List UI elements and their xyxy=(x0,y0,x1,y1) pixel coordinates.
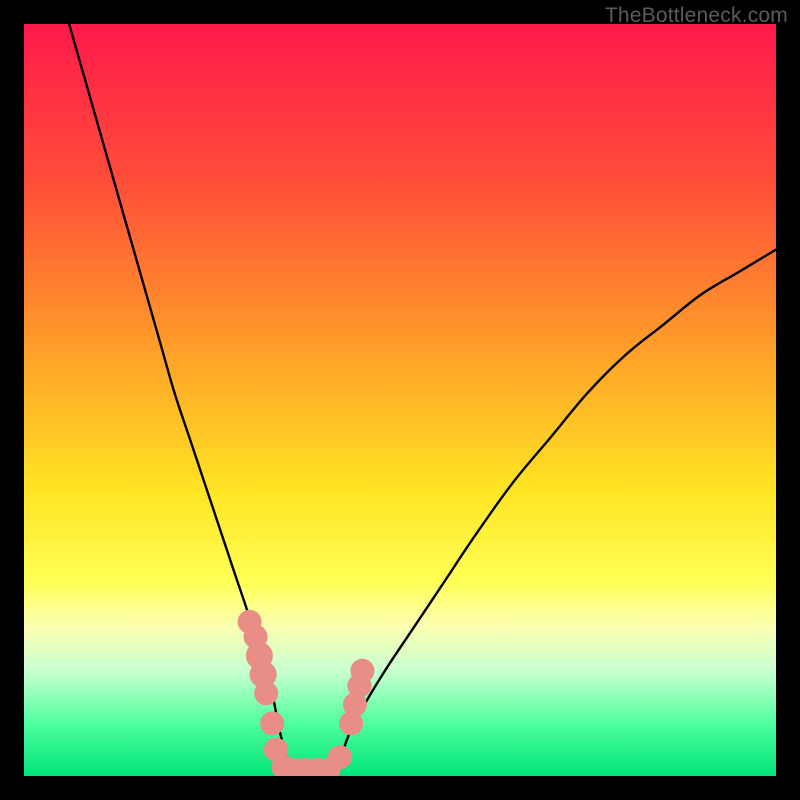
marker-dot xyxy=(350,659,374,683)
chart-frame xyxy=(24,24,776,776)
chart-svg xyxy=(24,24,776,776)
gradient-background xyxy=(24,24,776,776)
marker-dot xyxy=(254,681,278,705)
marker-dot xyxy=(328,745,352,769)
watermark-text: TheBottleneck.com xyxy=(605,4,788,28)
marker-dot xyxy=(260,711,284,735)
